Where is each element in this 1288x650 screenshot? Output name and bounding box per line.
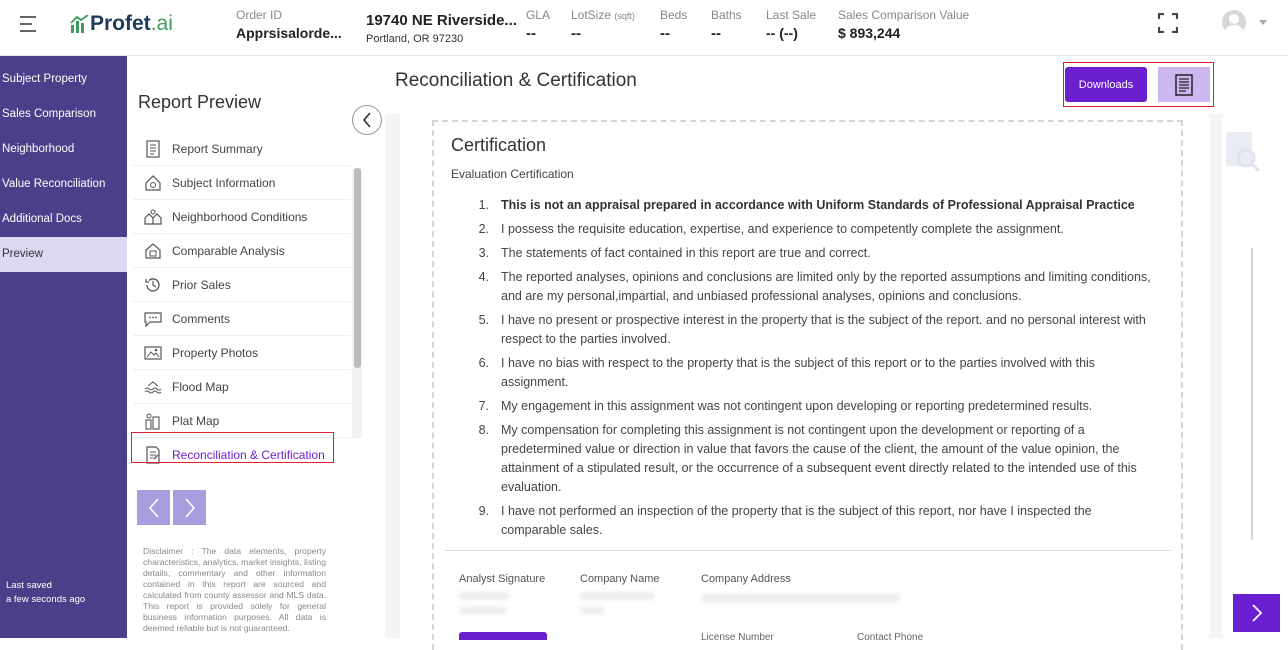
- subject-house-icon: [143, 173, 163, 193]
- top-header: Profet.ai Order ID Apprsisalorde... 1974…: [0, 0, 1288, 56]
- cert-item-8: 8. My compensation for completing this as…: [478, 423, 1137, 494]
- report-summary-icon: [143, 139, 163, 159]
- report-section-list: Report Summary Subject Information Neigh…: [133, 132, 351, 472]
- last-sale-label: Last Sale: [766, 8, 817, 22]
- address-line2: Portland, OR 97230: [366, 33, 464, 45]
- company-address-label: Company Address: [701, 573, 791, 585]
- baths: Baths --: [711, 8, 742, 42]
- gla-label: GLA: [526, 8, 551, 22]
- beds: Beds --: [660, 8, 687, 42]
- logo[interactable]: Profet.ai: [70, 12, 173, 36]
- scv-label: Sales Comparison Value: [838, 8, 970, 22]
- last-saved-label: Last saved: [6, 580, 52, 591]
- left-nav: Subject Property Sales Comparison Neighb…: [0, 56, 127, 638]
- next-page-button[interactable]: [173, 490, 206, 525]
- previous-page-button[interactable]: [137, 490, 170, 525]
- cert-item-1: 1. This is not an appraisal prepared in a…: [478, 198, 1135, 212]
- report-item-property-photos[interactable]: Property Photos: [133, 336, 351, 370]
- sign-button[interactable]: [459, 632, 547, 640]
- chevron-left-icon: [362, 112, 371, 128]
- report-item-prior-sales[interactable]: Prior Sales: [133, 268, 351, 302]
- report-item-subject-information[interactable]: Subject Information: [133, 166, 351, 200]
- report-item-flood-map[interactable]: Flood Map: [133, 370, 351, 404]
- gla-value: --: [526, 25, 536, 42]
- last-saved-value: a few seconds ago: [6, 594, 86, 605]
- certification-list: 1. This is not an appraisal prepared in a…: [470, 196, 1160, 545]
- cert-item-6: 6. I have no bias with respect to the pro…: [478, 356, 1096, 389]
- blurred-analyst-name-2: [459, 606, 507, 614]
- lotsize: LotSize (sqft) --: [571, 8, 635, 42]
- last-sale-value: -- (--): [766, 25, 798, 41]
- beds-label: Beds: [660, 8, 688, 22]
- blurred-company-address: [701, 594, 901, 602]
- nav-item-preview[interactable]: Preview: [0, 237, 127, 272]
- fullscreen-icon[interactable]: [1158, 13, 1178, 33]
- last-saved: Last saved a few seconds ago: [6, 579, 85, 607]
- report-list-scrollbar-thumb[interactable]: [354, 168, 361, 368]
- logo-chart-icon: [70, 15, 89, 33]
- collapse-panel-button[interactable]: [352, 105, 382, 135]
- company-name-label: Company Name: [580, 573, 660, 585]
- order-id-label: Order ID: [236, 8, 283, 22]
- page-title: Reconciliation & Certification: [395, 70, 637, 91]
- flood-icon: [143, 377, 163, 397]
- photo-icon: [143, 343, 163, 363]
- cert-item-7: 7. My engagement in this assignment was n…: [478, 399, 1093, 413]
- hamburger-menu-icon[interactable]: [20, 16, 38, 32]
- report-item-report-summary[interactable]: Report Summary: [133, 132, 351, 166]
- address: 19740 NE Riverside... Portland, OR 97230: [366, 12, 517, 45]
- nav-item-additional-docs[interactable]: Additional Docs: [0, 202, 127, 237]
- certification-subtitle: Evaluation Certification: [451, 167, 574, 181]
- nav-item-value-reconciliation[interactable]: Value Reconciliation: [0, 167, 127, 202]
- lotsize-value: --: [571, 25, 581, 42]
- document-search-icon: [1226, 132, 1261, 173]
- comparable-icon: [143, 241, 163, 261]
- chevron-right-icon: [184, 497, 195, 518]
- cert-item-4: 4. The reported analyses, opinions and co…: [478, 270, 1151, 303]
- blurred-company-name-2: [580, 606, 605, 614]
- blurred-company-name: [580, 592, 655, 600]
- sales-comparison-value: Sales Comparison Value $ 893,244: [838, 8, 969, 41]
- gla: GLA --: [526, 8, 550, 42]
- comment-icon: [143, 309, 163, 329]
- lotsize-label: LotSize (sqft): [571, 8, 635, 22]
- certification-title: Certification: [451, 135, 547, 155]
- nav-item-sales-comparison[interactable]: Sales Comparison: [0, 97, 127, 132]
- last-sale: Last Sale -- (--): [766, 8, 816, 41]
- history-icon: [143, 275, 163, 295]
- nav-item-neighborhood[interactable]: Neighborhood: [0, 132, 127, 167]
- address-line1: 19740 NE Riverside...: [366, 12, 517, 29]
- user-avatar[interactable]: [1222, 10, 1246, 34]
- nav-item-subject-property[interactable]: Subject Property: [0, 62, 127, 97]
- cert-item-3: 3. The statements of fact contained in th…: [478, 246, 871, 260]
- main-scrollbar[interactable]: [1251, 248, 1253, 540]
- next-step-button[interactable]: [1233, 594, 1280, 632]
- chevron-left-icon: [148, 497, 159, 518]
- highlight-box-downloads: [1063, 62, 1214, 107]
- blurred-analyst-name: [459, 592, 509, 600]
- plat-map-icon: [143, 411, 163, 431]
- baths-value: --: [711, 25, 721, 42]
- section-divider: [444, 550, 1171, 551]
- report-item-neighborhood-conditions[interactable]: Neighborhood Conditions: [133, 200, 351, 234]
- cert-item-9: 9. I have not performed an inspection of …: [478, 504, 1092, 537]
- analyst-signature-label: Analyst Signature: [459, 573, 546, 585]
- report-item-comparable-analysis[interactable]: Comparable Analysis: [133, 234, 351, 268]
- report-preview-title: Report Preview: [138, 92, 262, 112]
- chevron-down-icon[interactable]: [1259, 20, 1267, 25]
- order-id-value: Apprsisalorde...: [236, 25, 342, 41]
- report-item-comments[interactable]: Comments: [133, 302, 351, 336]
- logo-text: Profet.ai: [90, 12, 173, 35]
- disclaimer-text: Disclaimer : The data elements, property…: [143, 546, 326, 633]
- highlight-box-active-item: [131, 432, 334, 463]
- baths-label: Baths: [711, 8, 742, 22]
- beds-value: --: [660, 25, 670, 42]
- cert-item-5: 5. I have no present or prospective inter…: [478, 313, 1146, 346]
- scv-value: $ 893,244: [838, 25, 901, 41]
- cert-item-2: 2. I possess the requisite education, exp…: [478, 222, 1064, 236]
- neighborhood-icon: [143, 207, 163, 227]
- chevron-right-icon: [1251, 604, 1262, 622]
- order-id: Order ID Apprsisalorde...: [236, 8, 342, 41]
